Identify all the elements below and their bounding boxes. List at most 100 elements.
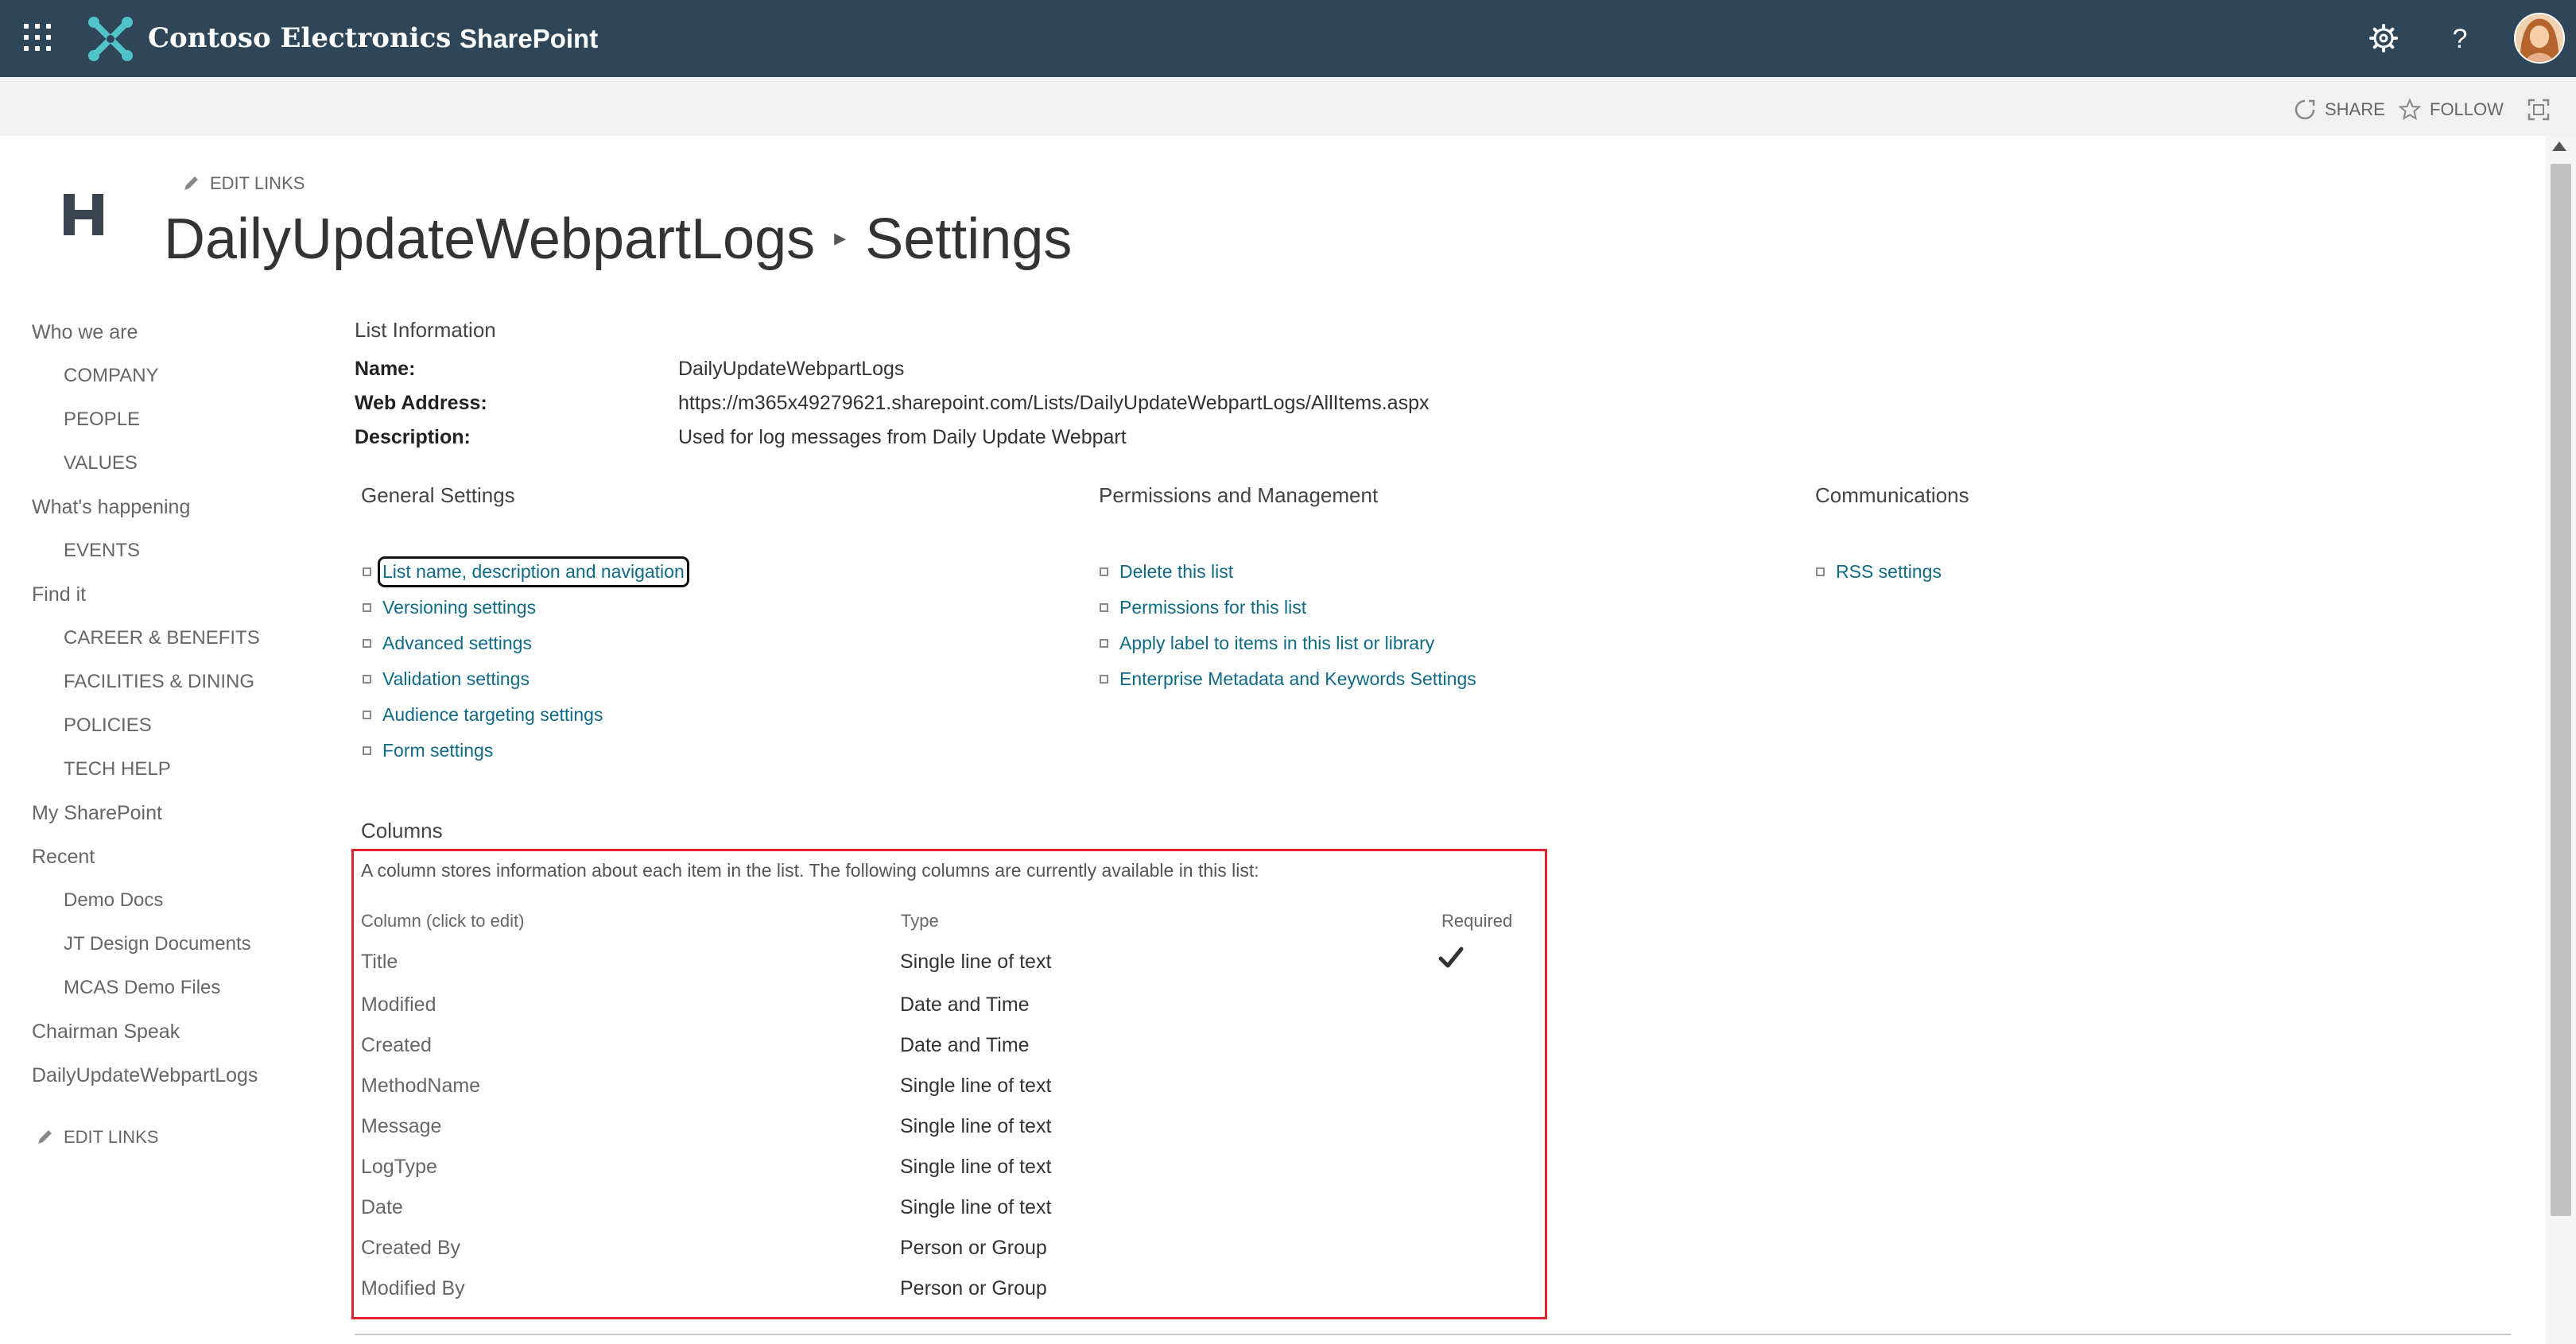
link-versioning-settings[interactable]: Versioning settings [382, 597, 536, 618]
star-icon [2398, 98, 2422, 121]
bullet-icon [1100, 639, 1108, 648]
contoso-logo-icon[interactable] [86, 14, 135, 64]
column-type: Single line of text [900, 1075, 1052, 1097]
pencil-icon [184, 176, 198, 190]
nav-item-find-it[interactable]: Find it [32, 583, 86, 606]
column-name-message[interactable]: Message [361, 1115, 441, 1138]
link-delete-this-list[interactable]: Delete this list [1119, 561, 1233, 583]
list-item: Apply label to items in this list or lib… [1100, 633, 1434, 654]
link-apply-label[interactable]: Apply label to items in this list or lib… [1119, 633, 1434, 654]
column-name-modified[interactable]: Modified [361, 993, 436, 1017]
nav-item-jt-design-documents[interactable]: JT Design Documents [64, 933, 251, 955]
nav-item-mcas-demo-files[interactable]: MCAS Demo Files [64, 977, 220, 999]
column-type: Date and Time [900, 1034, 1030, 1056]
column-type: Date and Time [900, 993, 1030, 1016]
list-item: Delete this list [1100, 561, 1233, 583]
nav-item-policies[interactable]: POLICIES [64, 715, 152, 737]
column-type: Single line of text [900, 1196, 1052, 1218]
bullet-icon [363, 746, 371, 755]
column-header-name: Column (click to edit) [361, 911, 525, 931]
focus-mode-button[interactable] [2527, 98, 2551, 122]
column-name-date[interactable]: Date [361, 1196, 403, 1219]
nav-item-company[interactable]: COMPANY [64, 365, 159, 387]
list-item: RSS settings [1816, 561, 1942, 583]
brand-name[interactable]: Contoso Electronics [148, 22, 451, 54]
permissions-management-title: Permissions and Management [1099, 483, 1379, 507]
list-item: Enterprise Metadata and Keywords Setting… [1100, 668, 1476, 690]
nav-item-demo-docs[interactable]: Demo Docs [64, 889, 163, 912]
link-form-settings[interactable]: Form settings [382, 740, 493, 761]
pencil-icon [38, 1130, 52, 1144]
edit-links-top[interactable]: EDIT LINKS [181, 173, 305, 194]
bullet-icon [363, 711, 371, 719]
column-type: Single line of text [900, 951, 1052, 973]
column-type: Person or Group [900, 1237, 1047, 1259]
list-item: Validation settings [363, 668, 530, 690]
settings-icon[interactable] [2366, 21, 2401, 56]
column-name-title[interactable]: Title [361, 951, 398, 974]
link-rss-settings[interactable]: RSS settings [1836, 561, 1942, 583]
nav-item-tech-help[interactable]: TECH HELP [64, 758, 171, 780]
breadcrumb-list[interactable]: DailyUpdateWebpartLogs [164, 207, 815, 271]
page-title: DailyUpdateWebpartLogs ▸ Settings [164, 207, 1072, 272]
nav-item-career-benefits[interactable]: CAREER & BENEFITS [64, 627, 260, 649]
name-value: DailyUpdateWebpartLogs [678, 358, 905, 380]
column-name-created[interactable]: Created [361, 1034, 432, 1057]
column-name-created-by[interactable]: Created By [361, 1237, 460, 1260]
divider [355, 1334, 2511, 1335]
bullet-icon [363, 567, 371, 576]
nav-item-my-sharepoint[interactable]: My SharePoint [32, 802, 162, 825]
web-address-label: Web Address: [355, 392, 487, 414]
edit-links-left[interactable]: EDIT LINKS [35, 1127, 158, 1148]
link-audience-targeting-settings[interactable]: Audience targeting settings [382, 704, 603, 726]
link-advanced-settings[interactable]: Advanced settings [382, 633, 532, 654]
column-name-modified-by[interactable]: Modified By [361, 1277, 465, 1300]
edit-links-left-label: EDIT LINKS [64, 1127, 159, 1147]
nav-item-people[interactable]: PEOPLE [64, 409, 140, 431]
share-button[interactable]: SHARE [2293, 98, 2385, 122]
list-item: Versioning settings [363, 597, 536, 618]
list-information-title: List Information [355, 318, 496, 342]
nav-item-values[interactable]: VALUES [64, 452, 138, 474]
list-item: Permissions for this list [1100, 597, 1306, 618]
bullet-icon [363, 639, 371, 648]
nav-item-chairman-speak[interactable]: Chairman Speak [32, 1021, 180, 1044]
general-settings-title: General Settings [361, 483, 515, 507]
nav-item-whats-happening[interactable]: What's happening [32, 496, 190, 519]
web-address-value: https://m365x49279621.sharepoint.com/Lis… [678, 392, 1430, 414]
list-item: Advanced settings [363, 633, 532, 654]
column-name-logtype[interactable]: LogType [361, 1156, 437, 1179]
help-icon[interactable]: ? [2442, 21, 2477, 56]
bullet-icon [1100, 567, 1108, 576]
follow-label: FOLLOW [2430, 99, 2504, 119]
list-item: List name, description and navigation [363, 556, 689, 587]
link-list-name-description-navigation[interactable]: List name, description and navigation [378, 556, 689, 587]
column-type: Person or Group [900, 1277, 1047, 1299]
link-permissions-for-this-list[interactable]: Permissions for this list [1119, 597, 1306, 618]
app-name[interactable]: SharePoint [460, 24, 598, 54]
nav-item-recent[interactable]: Recent [32, 846, 95, 869]
nav-item-dailyupdatewebpartlogs[interactable]: DailyUpdateWebpartLogs [32, 1064, 258, 1087]
share-icon [2295, 99, 2315, 120]
communications-title: Communications [1815, 483, 1969, 507]
app-launcher-icon[interactable] [24, 24, 51, 51]
follow-button[interactable]: FOLLOW [2398, 98, 2504, 122]
list-item: Audience targeting settings [363, 704, 603, 726]
nav-item-facilities-dining[interactable]: FACILITIES & DINING [64, 671, 254, 693]
nav-item-who-we-are[interactable]: Who we are [32, 321, 138, 344]
scrollbar-thumb[interactable] [2551, 164, 2571, 1216]
bullet-icon [363, 675, 371, 684]
scroll-up-arrow-icon[interactable] [2552, 141, 2566, 151]
avatar[interactable] [2514, 13, 2565, 64]
column-type: Single line of text [900, 1115, 1052, 1137]
checkmark-icon [1438, 947, 1464, 968]
nav-item-events[interactable]: EVENTS [64, 540, 140, 562]
link-validation-settings[interactable]: Validation settings [382, 668, 530, 690]
site-logo-icon[interactable] [57, 189, 113, 240]
column-name-methodname[interactable]: MethodName [361, 1075, 480, 1098]
share-label: SHARE [2325, 99, 2385, 119]
bullet-icon [363, 603, 371, 612]
link-enterprise-metadata[interactable]: Enterprise Metadata and Keywords Setting… [1119, 668, 1476, 690]
column-header-required: Required [1441, 911, 1513, 931]
command-ribbon: SHARE FOLLOW [0, 77, 2576, 136]
